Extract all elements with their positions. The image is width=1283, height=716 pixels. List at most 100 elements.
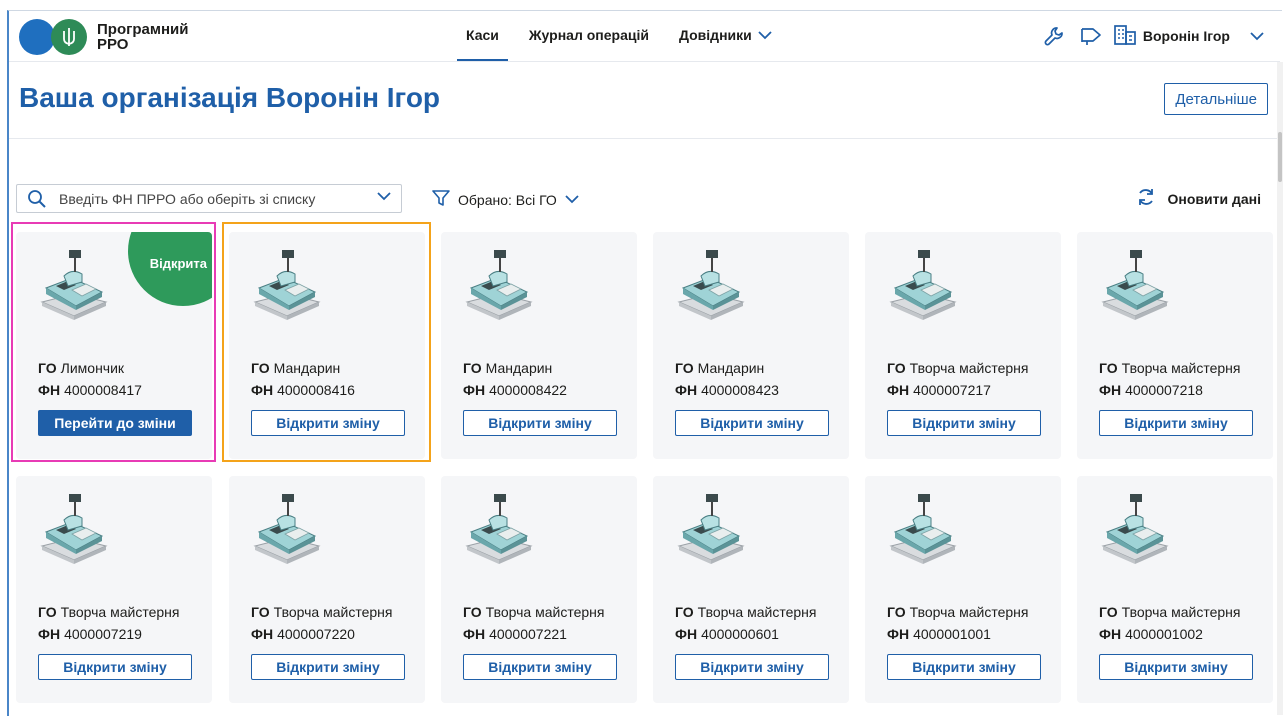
fn-number: 4000008422 [489, 382, 567, 398]
cash-register-icon [38, 248, 110, 327]
cash-register-card[interactable]: ГО Творча майстерня ФН 4000001001 Відкрити з… [865, 476, 1061, 703]
fn-label: ФН [887, 626, 910, 642]
details-button[interactable]: Детальніше [1164, 83, 1268, 115]
cash-register-card[interactable]: ГО Творча майстерня ФН 4000000601 Відкрити з… [653, 476, 849, 703]
go-name: Творча майстерня [60, 604, 180, 620]
fn-number: 4000007221 [489, 626, 567, 642]
cash-register-card[interactable]: ГО Творча майстерня ФН 4000001002 Відкрити з… [1077, 476, 1273, 703]
fn-label: ФН [38, 626, 61, 642]
nav-tab-journal[interactable]: Журнал операцій [520, 11, 658, 61]
open-shift-button[interactable]: Відкрити зміну [675, 654, 829, 680]
cash-register-card[interactable]: ГО Мандарин ФН 4000008416 Відкрити зміну [229, 232, 425, 459]
card-fn-line: ФН 4000007217 [887, 382, 991, 398]
card-fn-line: ФН 4000007220 [251, 626, 355, 642]
refresh-button[interactable]: Оновити дані [1136, 187, 1261, 210]
cash-register-card[interactable]: ГО Творча майстерня ФН 4000007219 Відкрити з… [16, 476, 212, 703]
open-shift-button[interactable]: Відкрити зміну [38, 654, 192, 680]
open-shift-button[interactable]: Відкрити зміну [463, 410, 617, 436]
fn-label: ФН [38, 382, 61, 398]
card-fn-line: ФН 4000007219 [38, 626, 142, 642]
go-name: Мандарин [273, 360, 341, 376]
card-go-line: ГО Мандарин [251, 360, 340, 376]
brand-line-2: РРО [97, 36, 129, 53]
main-nav: Каси Журнал операцій Довідники [457, 11, 793, 61]
fn-label: ФН [463, 626, 486, 642]
user-name: Воронін Ігор [1142, 28, 1230, 44]
go-name: Творча майстерня [697, 604, 817, 620]
open-shift-button[interactable]: Відкрити зміну [251, 410, 405, 436]
go-to-shift-button[interactable]: Перейти до зміни [38, 410, 192, 436]
go-name: Творча майстерня [1121, 360, 1241, 376]
nav-tab-label: Довідники [678, 27, 752, 43]
nav-tab-directories[interactable]: Довідники [670, 11, 781, 61]
chevron-down-icon [565, 195, 579, 204]
cash-register-icon [251, 492, 323, 571]
chevron-down-icon[interactable] [377, 192, 391, 201]
cash-register-card[interactable]: Відкрита ГО Лимончик ФН 4000008417 Перейти до… [16, 232, 212, 459]
card-fn-line: ФН 4000008416 [251, 382, 355, 398]
page-title: Ваша організація Воронін Ігор [19, 82, 441, 113]
cash-register-card[interactable]: ГО Творча майстерня ФН 4000007221 Відкрити з… [441, 476, 637, 703]
card-fn-line: ФН 4000001001 [887, 626, 991, 642]
open-shift-button[interactable]: Відкрити зміну [1099, 410, 1253, 436]
cash-register-icon [1099, 492, 1171, 571]
chevron-down-icon[interactable] [1250, 28, 1264, 44]
cash-register-card[interactable]: ГО Мандарин ФН 4000008423 Відкрити зміну [653, 232, 849, 459]
card-fn-line: ФН 4000007221 [463, 626, 567, 642]
open-shift-button[interactable]: Відкрити зміну [463, 654, 617, 680]
open-shift-button[interactable]: Відкрити зміну [887, 410, 1041, 436]
go-name: Мандарин [485, 360, 553, 376]
fn-label: ФН [251, 382, 274, 398]
refresh-label: Оновити дані [1167, 190, 1261, 207]
filter-icon [432, 189, 450, 210]
go-name: Творча майстерня [1121, 604, 1241, 620]
nav-tab-kasy[interactable]: Каси [457, 11, 508, 61]
card-go-line: ГО Творча майстерня [1099, 604, 1240, 620]
cash-register-card[interactable]: ГО Творча майстерня ФН 4000007218 Відкрити з… [1077, 232, 1273, 459]
cash-register-card[interactable]: ГО Творча майстерня ФН 4000007217 Відкрити з… [865, 232, 1061, 459]
go-label: ГО [38, 360, 57, 376]
card-go-line: ГО Творча майстерня [887, 604, 1028, 620]
open-shift-button[interactable]: Відкрити зміну [251, 654, 405, 680]
go-label: ГО [463, 604, 482, 620]
fn-label: ФН [1099, 382, 1122, 398]
trident-icon [51, 19, 87, 55]
cash-register-icon [38, 492, 110, 571]
cash-register-icon [675, 248, 747, 327]
go-filter[interactable]: Обрано: Всі ГО [432, 189, 579, 210]
building-icon [1113, 24, 1137, 49]
scrollbar[interactable] [1277, 62, 1283, 715]
go-name: Творча майстерня [909, 360, 1029, 376]
fn-search-select[interactable] [16, 184, 402, 213]
card-go-line: ГО Лимончик [38, 360, 124, 376]
go-label: ГО [887, 360, 906, 376]
fn-label: ФН [251, 626, 274, 642]
cash-register-card[interactable]: ГО Мандарин ФН 4000008422 Відкрити зміну [441, 232, 637, 459]
scrollbar-thumb[interactable] [1278, 132, 1282, 182]
user-menu[interactable]: Воронін Ігор [1113, 24, 1264, 49]
fn-label: ФН [1099, 626, 1122, 642]
megaphone-icon[interactable] [1079, 25, 1103, 47]
fn-number: 4000008423 [701, 382, 779, 398]
wrench-icon[interactable] [1043, 25, 1065, 47]
cash-register-icon [887, 492, 959, 571]
filter-label: Обрано: Всі ГО [458, 191, 557, 208]
open-shift-button[interactable]: Відкрити зміну [1099, 654, 1253, 680]
card-fn-line: ФН 4000008422 [463, 382, 567, 398]
cash-register-card[interactable]: ГО Творча майстерня ФН 4000007220 Відкрити з… [229, 476, 425, 703]
search-icon [27, 189, 47, 209]
logo-blue-circle [19, 19, 55, 55]
fn-number: 4000008416 [277, 382, 355, 398]
fn-label: ФН [463, 382, 486, 398]
card-go-line: ГО Мандарин [463, 360, 552, 376]
go-label: ГО [38, 604, 57, 620]
open-shift-button[interactable]: Відкрити зміну [887, 654, 1041, 680]
app-logo[interactable]: Програмний РРО [19, 19, 188, 55]
search-input[interactable] [57, 189, 361, 208]
brand-line-1: Програмний [97, 21, 189, 38]
brand-name: Програмний РРО [97, 22, 188, 52]
card-go-line: ГО Творча майстерня [1099, 360, 1240, 376]
go-name: Творча майстерня [909, 604, 1029, 620]
open-shift-button[interactable]: Відкрити зміну [675, 410, 829, 436]
go-name: Творча майстерня [485, 604, 605, 620]
